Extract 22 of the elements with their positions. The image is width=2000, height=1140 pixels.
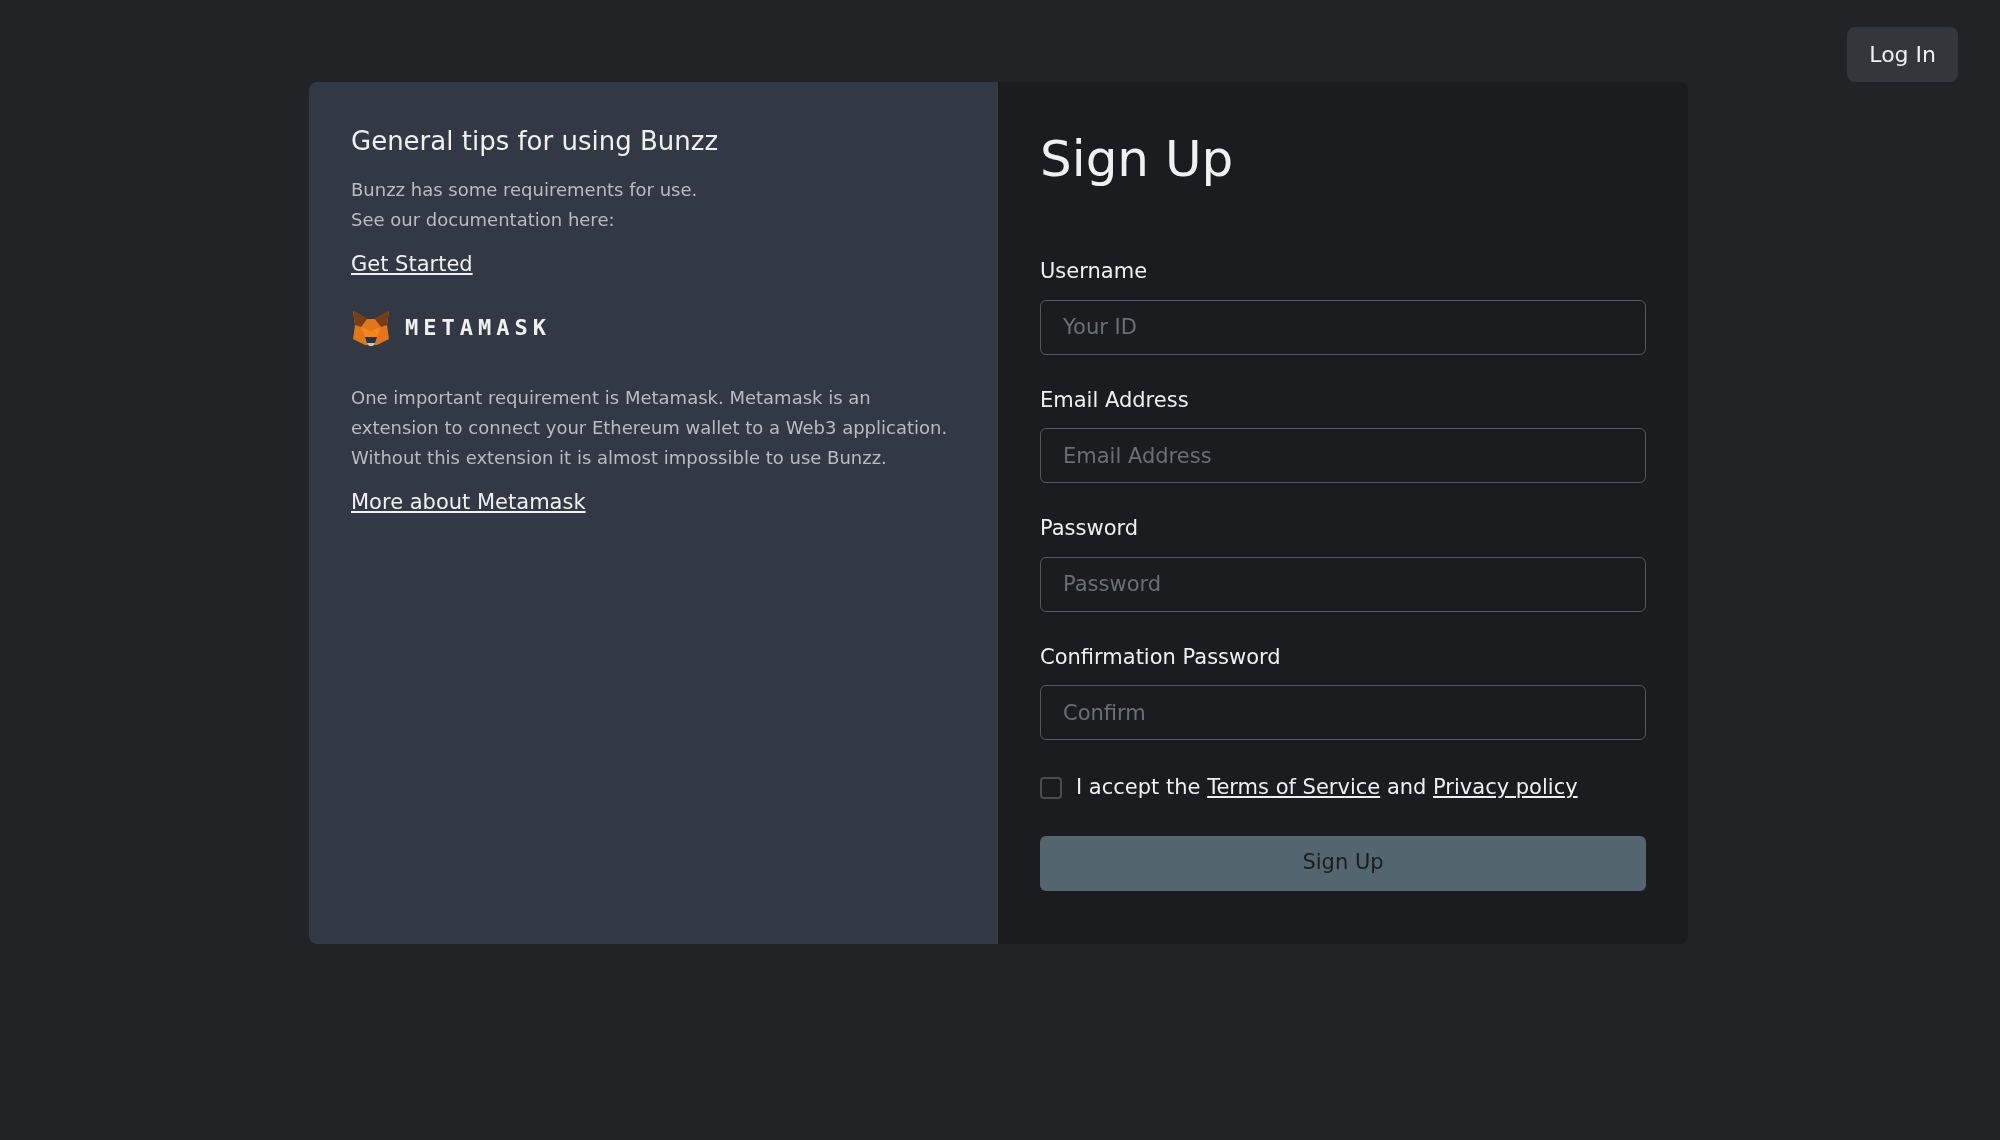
field-label: Password [1040,515,1140,542]
tips-title: General tips for using Bunzz [351,125,720,158]
input-field[interactable]: Confirm [1040,685,1646,740]
more-about-link[interactable]: More about Metamask [351,486,586,518]
tips-text: See our documentation here: [351,208,616,232]
consent-text: I accept the Terms of Service and Privacy policy [1076,774,1578,801]
input-field[interactable]: Password [1040,556,1646,612]
checkbox[interactable] [1040,776,1062,799]
login-button[interactable]: Log In [1847,27,1958,82]
field-label: Email Address [1040,386,1190,414]
input-field[interactable]: Email Address [1040,428,1646,483]
signup-title: Sign Up [1040,129,1235,190]
field-label: Confirmation Password [1040,643,1282,671]
privacy-link[interactable]: Privacy policy [1433,775,1578,799]
tips-text: Bunzz has some requirements for use. [351,178,699,202]
fox-logo-icon [351,308,391,347]
terms-link[interactable]: Terms of Service [1207,775,1381,799]
input-field[interactable]: Your ID [1040,299,1646,355]
metamask-description: One important requirement is Metamask. Metamask is an extension to connect your Ethereum wallet to a Web3 application. Without this extension it is almost impossible to use Bunzz. [351,385,949,470]
get-started-link[interactable]: Get Started [351,249,473,281]
logo-wordmark: METAMASK [405,314,551,342]
field-label: Username [1040,258,1149,285]
